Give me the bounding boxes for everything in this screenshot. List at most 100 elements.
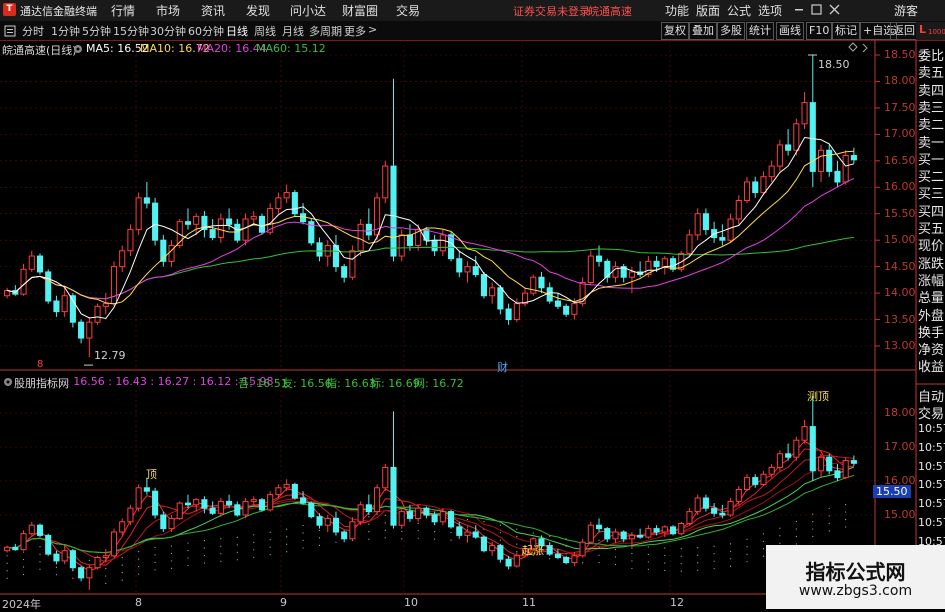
support-dot	[729, 565, 732, 567]
support-dot	[483, 528, 485, 530]
support-dot	[680, 548, 682, 550]
price-tag: 15.50	[873, 485, 911, 498]
support-dot	[450, 532, 452, 534]
candle-body	[735, 200, 742, 220]
support-dot	[779, 527, 781, 529]
sub-candle-body	[842, 460, 849, 479]
support-dot	[401, 530, 403, 532]
sub-candle-body	[341, 531, 348, 540]
event-marker-s[interactable]: 8	[37, 359, 43, 370]
support-dot	[236, 536, 238, 538]
support-dot	[286, 528, 288, 530]
support-dot	[170, 567, 173, 569]
side-field-3: 卖三	[918, 100, 945, 116]
main-y-tick: 13.50	[884, 312, 916, 326]
side-field-13: 涨幅	[918, 273, 945, 289]
candle-body	[119, 250, 126, 268]
support-dot	[22, 566, 25, 568]
support-dot	[664, 547, 666, 549]
sub-candle-body	[760, 473, 767, 485]
main-y-tick: 16.00	[884, 180, 916, 194]
support-dot	[746, 561, 748, 563]
expand-chevron-icon[interactable]	[862, 43, 868, 53]
support-dot	[499, 532, 501, 534]
support-dot	[138, 573, 140, 575]
sub-candle-body	[4, 546, 11, 552]
candle-body	[242, 218, 249, 241]
side-field-2: 卖四	[918, 83, 945, 99]
support-dot	[154, 554, 156, 556]
support-dot	[516, 543, 518, 545]
sub-candle-body	[143, 487, 150, 492]
sub-candle-body	[250, 499, 257, 502]
support-dot	[39, 561, 41, 563]
support-dot	[516, 550, 518, 553]
candle-body	[653, 260, 660, 268]
candle-body	[102, 303, 109, 307]
finance-marker[interactable]: 财	[497, 359, 508, 375]
support-dot	[170, 545, 173, 547]
support-dot	[845, 526, 847, 528]
sub-candle-body	[850, 460, 857, 464]
side-field-6: 买一	[918, 152, 945, 168]
candle-body	[497, 287, 504, 310]
candle-body	[571, 303, 578, 315]
candle-body	[357, 223, 364, 252]
support-dot	[39, 546, 41, 548]
support-dot	[713, 545, 715, 547]
support-dot	[466, 526, 469, 528]
side-field-9: 买四	[918, 204, 945, 220]
sub-candle-body	[702, 497, 709, 509]
chart-option-icon[interactable]	[848, 42, 858, 52]
support-dot	[647, 553, 649, 556]
sub-candle-body	[595, 524, 603, 530]
support-dot	[828, 507, 830, 510]
support-dot	[236, 559, 238, 561]
support-dot	[713, 553, 715, 555]
support-dot	[302, 547, 304, 549]
trade-label: 交易	[918, 407, 945, 422]
sub-candle-body	[390, 466, 397, 526]
sub-candle-body	[283, 483, 290, 489]
support-dot	[105, 582, 107, 585]
sub-candle-body	[176, 502, 183, 519]
candle-body	[226, 218, 233, 225]
sub-candle-body	[587, 524, 594, 543]
support-dot	[516, 528, 518, 530]
main-y-tick: 18.00	[884, 74, 916, 88]
ma10-line	[6, 150, 854, 305]
candle-body	[760, 176, 767, 194]
candle-body	[661, 258, 668, 268]
support-dot	[22, 558, 25, 561]
kline-chart-area[interactable]	[0, 0, 945, 609]
support-dot	[121, 564, 123, 566]
side-field-0: 委比	[918, 49, 945, 64]
candle-body	[61, 295, 68, 313]
support-dot	[55, 566, 58, 568]
sub-candle-body	[209, 507, 216, 514]
sub-candle-body	[184, 502, 192, 506]
support-dot	[269, 539, 271, 541]
support-dot	[302, 532, 304, 534]
support-dot	[384, 537, 386, 539]
sub-candle-body	[201, 499, 208, 509]
sub-candle-body	[653, 528, 660, 533]
support-dot	[253, 534, 255, 536]
support-dot	[516, 535, 518, 538]
support-dot	[170, 552, 173, 555]
support-dot	[532, 532, 534, 534]
support-dot	[828, 522, 830, 524]
support-dot	[121, 572, 123, 574]
candle-body	[538, 276, 545, 289]
sub-candle-body	[497, 545, 504, 560]
main-y-tick: 14.50	[884, 259, 916, 273]
support-dot	[121, 579, 123, 581]
support-dot	[779, 535, 781, 537]
support-dot	[466, 518, 469, 521]
support-dot	[302, 539, 304, 542]
support-dot	[845, 503, 847, 506]
candle-body	[743, 181, 751, 201]
support-dot	[105, 575, 107, 577]
support-dot	[253, 556, 255, 558]
sub-candle-body	[217, 500, 224, 514]
